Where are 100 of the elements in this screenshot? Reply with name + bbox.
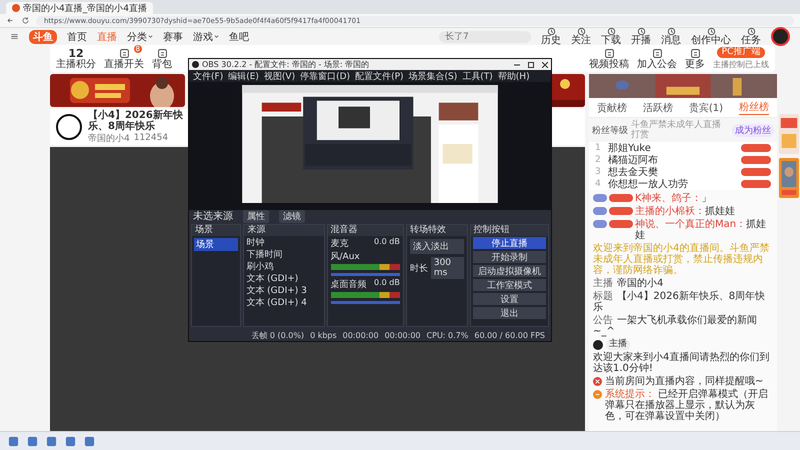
control-button[interactable]: 工作室模式 [472,279,546,291]
fan-badge [741,168,771,176]
level-dropdown[interactable]: 粉丝等级 [592,124,628,136]
header-link[interactable]: 下载 [601,36,621,46]
header-icon[interactable] [546,27,556,36]
source-item[interactable]: 下播时间 [244,248,324,260]
panel-title: 来源 [247,225,266,236]
taskbar-icon[interactable] [46,436,57,446]
toolbar-icon[interactable] [604,48,614,58]
control-button[interactable]: 退出 [472,307,546,319]
header-icon[interactable] [706,27,716,36]
header-link[interactable]: 关注 [571,36,591,46]
menu-item[interactable]: 停靠窗口(D) [300,70,350,82]
fan-name[interactable]: 橘猫迈阿布 [608,153,736,167]
warning-icon [593,377,602,386]
source-item[interactable]: 文本 (GDI+) 4 [244,296,324,308]
control-button[interactable]: 停止直播 [472,237,546,249]
menu-item[interactable]: 文件(F) [193,70,224,82]
toolbar-button[interactable]: 属性 [243,210,269,222]
header-link[interactable]: 开播 [631,36,651,46]
menu-icon[interactable] [10,32,19,41]
source-item[interactable]: 刷小鸡 [244,260,324,272]
nav-link[interactable]: 分类 [127,30,153,44]
source-item[interactable]: 时钟 [244,236,324,248]
fan-name[interactable]: 你想想一放人功劳 [608,177,736,191]
transition-dropdown[interactable]: 淡入淡出 [410,239,464,254]
duration-field[interactable]: 300 ms [430,257,464,279]
menu-item[interactable]: 编辑(E) [228,70,259,82]
source-item[interactable]: 文本 (GDI+) 3 [244,284,324,296]
header-link[interactable]: 消息 [661,36,681,46]
header-link[interactable]: 历史 [541,36,561,46]
status-text: 00:00:00 [342,330,379,340]
menu-item[interactable]: 工具(T) [462,70,493,82]
header-icon[interactable] [636,27,646,36]
rank-number: 2 [595,155,602,165]
maximize-icon[interactable] [528,62,534,68]
toolbar-label[interactable]: 加入公会 [637,58,677,70]
panel-title: 转场特效 [410,225,447,236]
toolbar-icon[interactable] [690,48,700,58]
toolbar-label[interactable]: 背包 [152,58,172,70]
toolbar-label[interactable]: 视频投稿 [589,58,629,70]
back-icon[interactable] [6,16,15,25]
taskbar-icon[interactable] [65,436,76,446]
nav-link[interactable]: 鱼吧 [229,30,249,44]
join-button[interactable]: 成为粉丝 [732,124,774,136]
header-link[interactable]: 创作中心 [691,36,731,46]
control-button[interactable]: 启动虚拟摄像机 [472,265,546,277]
close-icon[interactable] [542,62,548,68]
streamer-name[interactable]: 帝国的小4 [88,132,130,144]
volume-slider[interactable] [330,301,400,304]
streamer-avatar[interactable] [56,114,82,140]
header-link[interactable]: 任务 [741,36,761,46]
ranking-tab[interactable]: 贡献榜 [596,100,627,115]
scene-item[interactable]: 场景 [194,238,238,251]
level-badge [593,207,607,215]
menu-item[interactable]: 场景集合(S) [408,70,458,82]
reload-icon[interactable] [21,16,30,25]
room-info: 主播 帝国的小4 [593,278,664,289]
header-icon[interactable] [576,27,586,36]
fan-badge [609,220,633,228]
taskbar-icon[interactable] [27,436,38,446]
toolbar-icon[interactable] [156,48,168,58]
status-text: 0 kbps [310,330,337,340]
nav-link[interactable]: 游戏 [193,30,219,44]
menu-item[interactable]: 视图(V) [264,70,296,82]
status-text: 00:00:00 [384,330,421,340]
user-avatar[interactable] [771,27,790,46]
toolbar-icon[interactable] [652,48,662,58]
header-icon[interactable] [606,27,616,36]
control-button[interactable]: 开始录制 [472,251,546,263]
status-text: 丢帧 0 (0.0%) [251,330,304,340]
toolbar-icon[interactable] [118,48,130,58]
nav-link[interactable]: 首页 [67,30,87,44]
taskbar-icon[interactable] [8,436,19,446]
room-title: 【小4】2026新年快乐、8周年快乐 [88,110,184,132]
toolbar-label[interactable]: 直播开关 [104,58,144,70]
fan-name[interactable]: 那姐Yuke [608,141,736,155]
fan-name[interactable]: 想去金天樊 [608,165,736,179]
rank-number: 1 [595,143,602,153]
fan-badge [741,144,771,152]
menu-item[interactable]: 配置文件(P) [355,70,404,82]
ranking-tab[interactable]: 活跃榜 [642,100,673,115]
chat-message: 当前房间为直播内容，同样提醒哦~ [605,376,764,387]
taskbar-icon[interactable] [84,436,95,446]
ranking-tab[interactable]: 贵宾(1) [688,100,724,115]
minimize-icon[interactable] [514,62,520,68]
toolbar-button[interactable]: 滤镜 [279,210,305,222]
chat-message: 主播的小棉袄：抓娃娃 [635,206,735,217]
toolbar-label[interactable]: 主播积分 [56,58,96,70]
header-icon[interactable] [666,27,676,36]
panel-title: 场景 [195,225,214,236]
source-item[interactable]: 文本 (GDI+) [244,272,324,284]
toolbar-label[interactable]: 更多 [685,58,705,70]
volume-slider[interactable] [330,273,400,276]
browser-tab[interactable]: 帝国的小4直播_帝国的小4直播 [6,2,153,14]
menu-item[interactable]: 帮助(H) [498,70,530,82]
header-icon[interactable] [746,27,756,36]
control-button[interactable]: 设置 [472,293,546,305]
search-field[interactable]: 长了7 [439,30,531,42]
nav-link[interactable]: 赛事 [163,30,183,44]
